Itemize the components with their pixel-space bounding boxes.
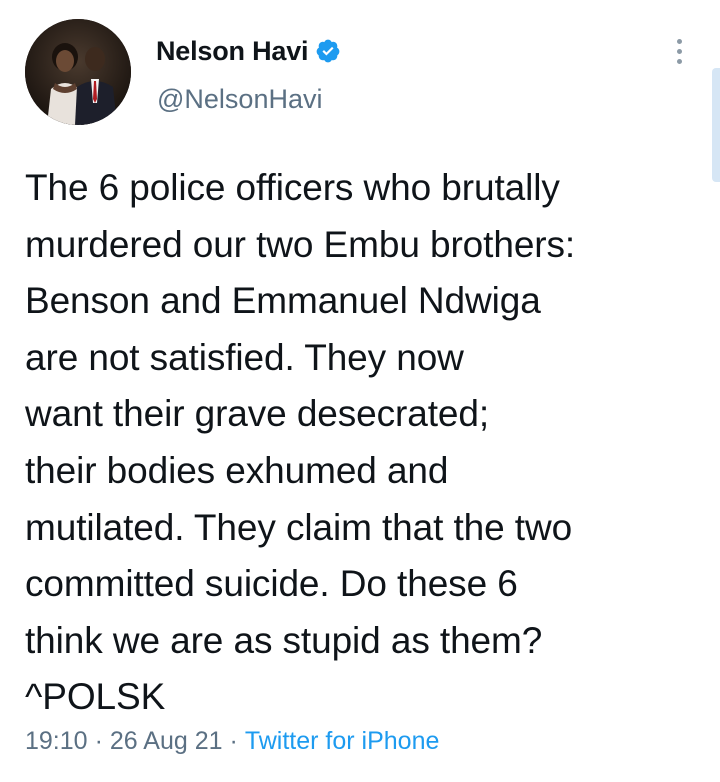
author-name-row[interactable]: Nelson Havi	[156, 33, 341, 69]
verified-badge-icon	[316, 39, 340, 63]
meta-separator: ·	[94, 727, 103, 755]
author-avatar[interactable]	[25, 19, 131, 125]
more-dot-icon	[676, 58, 682, 64]
tweet-meta: 19:10 · 26 Aug 21 · Twitter for iPhone	[25, 727, 439, 756]
more-dot-icon	[676, 48, 682, 54]
tweet-text: The 6 police officers who brutally murde…	[25, 167, 576, 718]
author-display-name[interactable]: Nelson Havi	[156, 36, 309, 67]
more-dot-icon	[676, 38, 682, 44]
scrollbar[interactable]	[712, 68, 720, 182]
meta-separator: ·	[229, 727, 238, 755]
profile-photo-icon	[25, 19, 131, 125]
tweet-date: 26 Aug 21	[109, 727, 223, 755]
author-handle[interactable]: @NelsonHavi	[157, 84, 322, 115]
tweet-source-link[interactable]: Twitter for iPhone	[245, 727, 440, 756]
tweet-time: 19:10	[25, 727, 88, 755]
more-options-button[interactable]	[664, 34, 694, 68]
tweet-card: Nelson Havi @NelsonHavi The 6 police off…	[0, 0, 720, 782]
